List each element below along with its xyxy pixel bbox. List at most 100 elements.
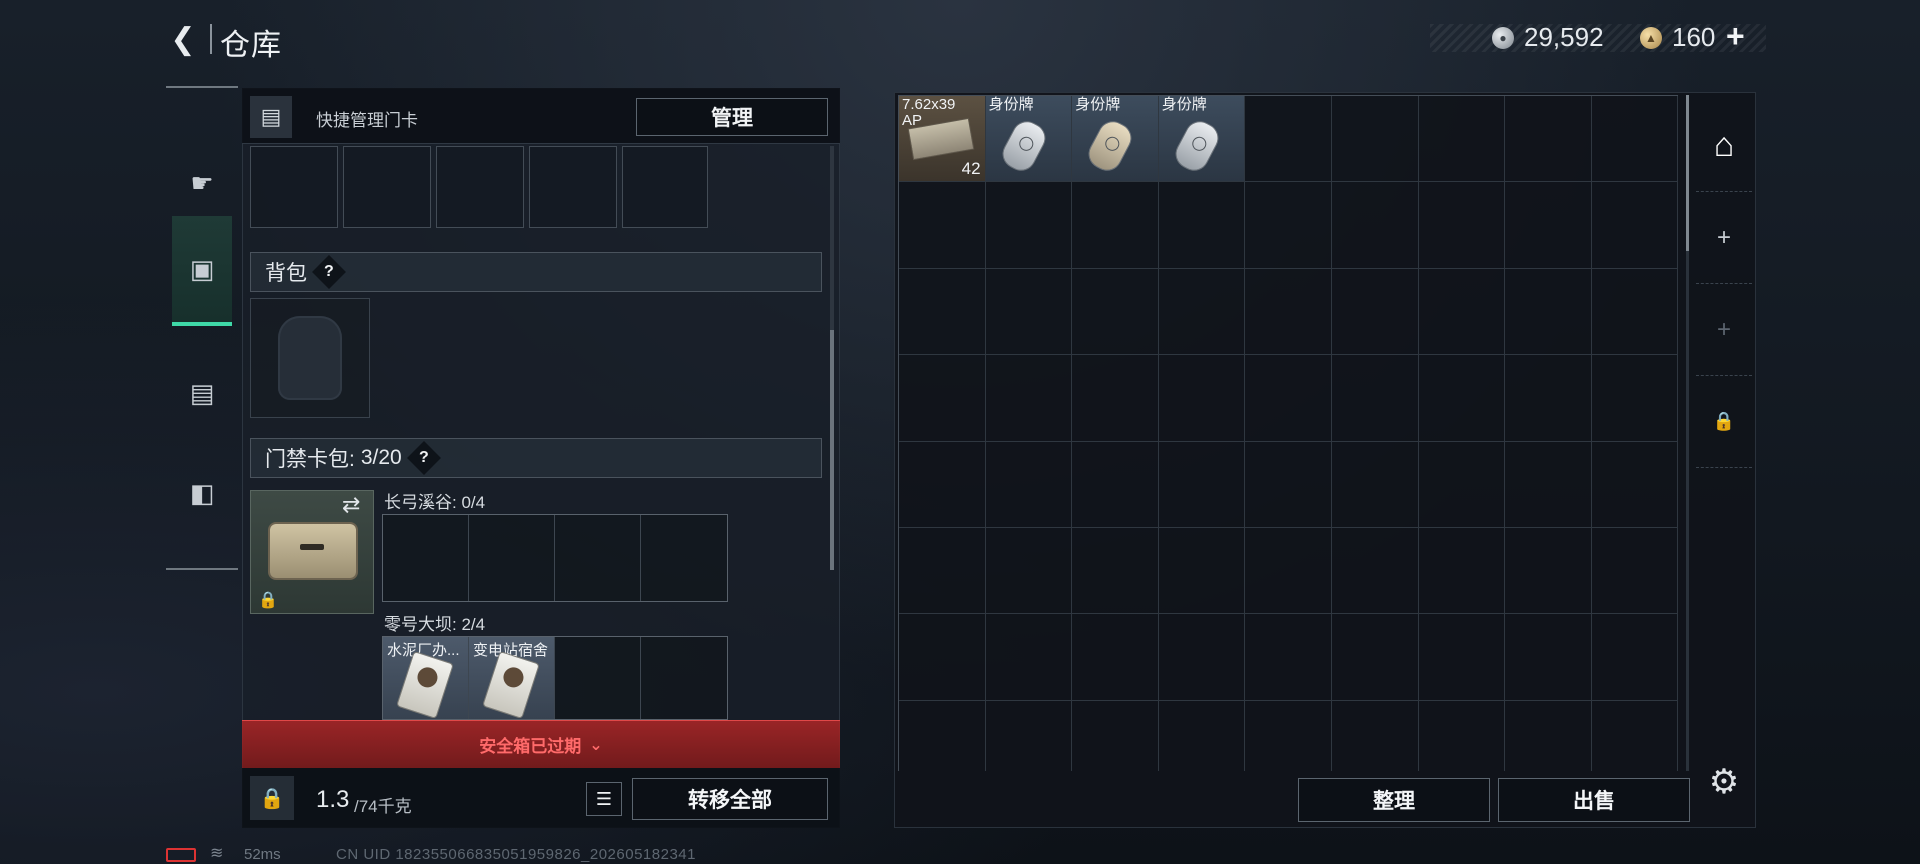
stash-cell[interactable] — [1245, 355, 1332, 442]
equipment-slot[interactable] — [622, 146, 708, 228]
stash-cell[interactable] — [1331, 614, 1419, 701]
stash-cell[interactable] — [1418, 96, 1506, 183]
stash-tab-main[interactable]: ⌂ — [1696, 100, 1752, 192]
stash-cell[interactable] — [1072, 614, 1159, 701]
stash-cell[interactable] — [1245, 700, 1332, 771]
stash-cell[interactable] — [1591, 614, 1678, 701]
stash-cell[interactable] — [1591, 355, 1678, 442]
safe-box-expired-banner[interactable]: 安全箱已过期 ⌄ — [242, 720, 840, 768]
stash-cell[interactable] — [1158, 614, 1246, 701]
stash-cell[interactable] — [1418, 527, 1506, 615]
sort-button[interactable]: 整理 — [1298, 778, 1490, 822]
equipment-slot[interactable] — [250, 146, 338, 228]
stash-cell[interactable] — [1505, 355, 1592, 442]
stash-cell[interactable] — [1331, 355, 1419, 442]
card-slot[interactable] — [469, 515, 555, 601]
sell-button[interactable]: 出售 — [1498, 778, 1690, 822]
stash-cell[interactable] — [1159, 700, 1246, 771]
stash-cell[interactable] — [985, 355, 1073, 442]
equipment-slot[interactable] — [529, 146, 617, 228]
stash-cell[interactable] — [1418, 355, 1506, 442]
stash-cell[interactable] — [1331, 527, 1419, 615]
stash-cell[interactable] — [1591, 527, 1678, 615]
keycard-item[interactable]: 变电站宿舍 — [469, 637, 555, 719]
stash-cell[interactable] — [1072, 182, 1159, 269]
stash-cell[interactable] — [985, 182, 1073, 269]
stash-cell[interactable] — [899, 614, 986, 701]
stash-cell[interactable] — [1245, 527, 1332, 615]
stash-cell[interactable] — [1072, 355, 1159, 442]
stash-cell[interactable] — [985, 527, 1073, 615]
card-slot[interactable] — [641, 515, 727, 601]
stash-cell[interactable] — [1418, 182, 1506, 269]
buy-currency-button[interactable]: + — [1726, 18, 1745, 55]
dogtag-item[interactable]: 身份牌 — [1072, 96, 1159, 183]
dogtag-item[interactable]: 身份牌 — [985, 96, 1073, 183]
settings-gear-icon[interactable]: ⚙ — [1704, 762, 1744, 802]
tab-toolbox[interactable]: ◧ — [172, 438, 232, 548]
stash-cell[interactable] — [1591, 441, 1678, 528]
stash-cell[interactable] — [899, 182, 986, 269]
stash-cell[interactable] — [1158, 355, 1246, 442]
stash-cell[interactable] — [1418, 268, 1506, 356]
ammo-item[interactable]: 7.62x39 AP 42 — [899, 96, 986, 183]
stash-cell[interactable] — [1591, 268, 1678, 356]
manage-button[interactable]: 管理 — [636, 98, 828, 136]
swap-icon[interactable]: ⇄ — [342, 492, 360, 518]
help-button[interactable]: ? — [312, 255, 346, 289]
stash-cell[interactable] — [1245, 441, 1332, 528]
tab-card-pack[interactable]: ▤ — [172, 338, 232, 448]
stash-cell[interactable] — [1505, 614, 1592, 701]
stash-cell[interactable] — [1505, 441, 1592, 528]
stash-cell[interactable] — [1158, 182, 1246, 269]
stash-cell[interactable] — [1245, 182, 1332, 269]
tab-backpack[interactable]: ▣ — [172, 216, 232, 326]
stash-cell[interactable] — [1592, 700, 1678, 771]
stash-cell[interactable] — [1072, 527, 1159, 615]
stash-cell[interactable] — [1505, 527, 1592, 615]
stash-cell[interactable] — [1331, 441, 1419, 528]
stash-cell[interactable] — [1072, 700, 1159, 771]
stash-cell[interactable] — [1505, 96, 1592, 183]
stash-cell[interactable] — [1245, 96, 1332, 183]
stash-cell[interactable] — [1418, 614, 1506, 701]
stash-scrollbar-thumb[interactable] — [1686, 95, 1689, 251]
stash-cell[interactable] — [1505, 700, 1592, 771]
equipment-slot[interactable] — [343, 146, 431, 228]
backpack-slot[interactable] — [250, 298, 370, 418]
stash-cell[interactable] — [1158, 441, 1246, 528]
stash-cell[interactable] — [899, 441, 986, 528]
keycard-item[interactable]: 水泥厂办... — [383, 637, 469, 719]
stash-cell[interactable] — [1332, 700, 1419, 771]
stash-cell[interactable] — [985, 614, 1073, 701]
card-slot[interactable] — [555, 637, 641, 719]
stash-cell[interactable] — [1591, 96, 1678, 183]
stash-cell[interactable] — [1158, 268, 1246, 356]
stash-cell[interactable] — [899, 527, 986, 615]
stash-cell[interactable] — [1072, 441, 1159, 528]
stash-cell[interactable] — [1591, 182, 1678, 269]
card-slot[interactable] — [383, 515, 469, 601]
stash-cell[interactable] — [899, 268, 986, 356]
stash-cell[interactable] — [1419, 700, 1506, 771]
stash-cell[interactable] — [1158, 527, 1246, 615]
stash-cell[interactable] — [985, 441, 1073, 528]
stash-cell[interactable] — [899, 700, 986, 771]
stash-tab-add[interactable]: + — [1696, 192, 1752, 284]
stash-cell[interactable] — [1505, 182, 1592, 269]
stash-cell[interactable] — [1331, 268, 1419, 356]
stash-tab-locked[interactable]: 🔒 — [1696, 376, 1752, 468]
stash-cell[interactable] — [985, 268, 1073, 356]
stash-cell[interactable] — [1245, 614, 1332, 701]
stash-cell[interactable] — [899, 355, 986, 442]
back-button[interactable]: ❮ — [166, 22, 200, 56]
stash-cell[interactable] — [1072, 268, 1159, 356]
transfer-all-button[interactable]: 转移全部 — [632, 778, 828, 820]
stash-tab-add[interactable]: + — [1696, 284, 1752, 376]
card-slot[interactable] — [555, 515, 641, 601]
stash-cell[interactable] — [1331, 182, 1419, 269]
card-slot[interactable] — [641, 637, 727, 719]
stash-cell[interactable] — [1331, 96, 1419, 183]
help-button[interactable]: ? — [406, 441, 441, 475]
loadout-scrollbar-thumb[interactable] — [830, 330, 834, 570]
